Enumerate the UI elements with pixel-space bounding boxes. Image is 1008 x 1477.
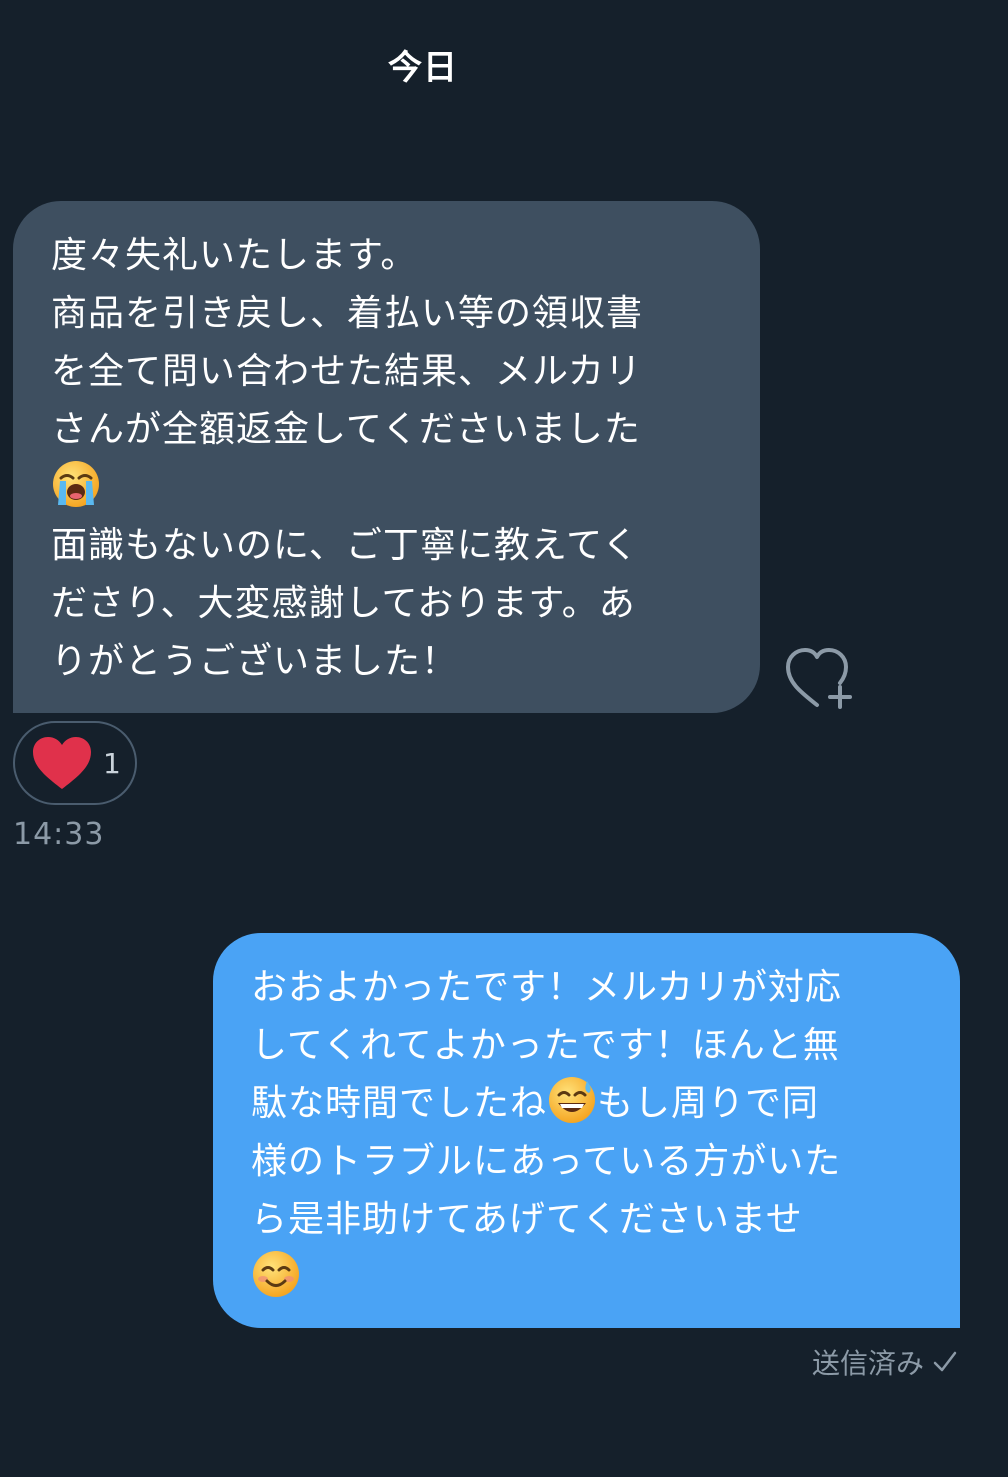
outgoing-line-1: おおよかったです！メルカリが対応 bbox=[251, 967, 842, 1008]
outgoing-line-2: してくれてよかったです！ほんと無 bbox=[251, 1025, 840, 1066]
sent-status-label: 送信済み bbox=[811, 1347, 924, 1380]
incoming-message-bubble[interactable]: 度々失礼いたします。 商品を引き戻し、着払い等の領収書 を全て問い合わせた結果、… bbox=[13, 201, 760, 713]
reaction-count: 1 bbox=[103, 746, 121, 780]
reaction-chip[interactable]: 1 bbox=[13, 721, 137, 805]
grinning-sweat-face-icon bbox=[547, 1075, 597, 1125]
outgoing-line-4: 様のトラブルにあっている方がいた bbox=[251, 1141, 842, 1182]
incoming-line-2: 商品を引き戻し、着払い等の領収書 bbox=[51, 293, 644, 334]
outgoing-line-3a: 駄な時間でしたね bbox=[251, 1083, 548, 1124]
date-header: 今日 bbox=[388, 48, 458, 88]
incoming-line-8: りがとうございました！ bbox=[51, 641, 459, 682]
incoming-line-6: 面識もないのに、ご丁寧に教えてく bbox=[51, 525, 640, 566]
checkmark-icon bbox=[933, 1351, 957, 1372]
loudly-crying-face-icon bbox=[51, 459, 101, 509]
heart-plus-icon bbox=[786, 648, 852, 709]
outgoing-line-3b: もし周りで同 bbox=[597, 1083, 820, 1124]
message-timestamp: 14:33 bbox=[13, 817, 105, 852]
incoming-line-4: さんが全額返金してくださいました bbox=[51, 409, 641, 450]
outgoing-line-5: ら是非助けてあげてくださいませ bbox=[251, 1199, 803, 1240]
incoming-line-7: ださり、大変感謝しております。あ bbox=[51, 583, 636, 624]
incoming-line-1: 度々失礼いたします。 bbox=[51, 235, 418, 276]
incoming-line-3: を全て問い合わせた結果、メルカリ bbox=[51, 351, 642, 392]
add-reaction-button[interactable] bbox=[784, 645, 856, 713]
heart-icon bbox=[33, 737, 91, 789]
smiling-face-icon bbox=[251, 1249, 301, 1299]
outgoing-message-bubble[interactable]: おおよかったです！メルカリが対応 してくれてよかったです！ほんと無 駄な時間でし… bbox=[213, 933, 960, 1328]
incoming-message-text: 度々失礼いたします。 商品を引き戻し、着払い等の領収書 を全て問い合わせた結果、… bbox=[51, 227, 736, 691]
sent-status: 送信済み bbox=[812, 1342, 958, 1382]
outgoing-message-text: おおよかったです！メルカリが対応 してくれてよかったです！ほんと無 駄な時間でし… bbox=[251, 959, 936, 1307]
